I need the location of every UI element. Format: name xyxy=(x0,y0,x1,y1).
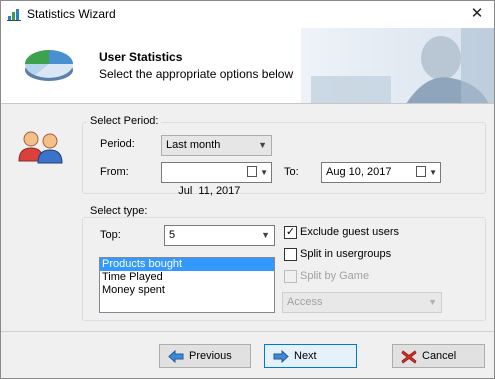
split-usergroups-label[interactable]: Split in usergroups xyxy=(300,248,391,260)
cancel-label: Cancel xyxy=(422,350,457,362)
list-item[interactable]: Time Played xyxy=(100,271,274,284)
statistics-wizard-window: Statistics Wizard ✕ User Statistics Sele… xyxy=(0,0,495,379)
chevron-down-icon: ▼ xyxy=(261,230,270,240)
users-icon xyxy=(18,131,63,164)
access-dropdown: Access ▼ xyxy=(282,292,442,313)
split-usergroups-checkbox[interactable] xyxy=(284,248,297,261)
split-by-game-checkbox xyxy=(284,270,297,283)
to-label: To: xyxy=(284,166,299,178)
next-label: Next xyxy=(294,350,317,362)
from-label: From: xyxy=(100,166,129,178)
header-title: User Statistics xyxy=(99,50,183,64)
footer-divider xyxy=(1,331,494,332)
title-bar[interactable]: Statistics Wizard ✕ xyxy=(1,1,494,28)
select-period-group xyxy=(82,122,486,194)
red-x-icon xyxy=(401,350,417,364)
chevron-down-icon[interactable]: ▼ xyxy=(260,163,268,182)
previous-label: Previous xyxy=(189,350,232,362)
stat-type-list[interactable]: Products bought Time Played Money spent xyxy=(99,257,275,313)
exclude-guests-label[interactable]: Exclude guest users xyxy=(300,226,399,238)
chevron-down-icon: ▼ xyxy=(428,297,437,307)
to-date-value: Aug 10, 2017 xyxy=(326,166,392,178)
access-value: Access xyxy=(287,296,323,308)
pie-chart-icon xyxy=(25,50,73,81)
arrow-left-icon xyxy=(168,350,184,363)
exclude-guests-checkbox[interactable]: ✓ xyxy=(284,226,297,239)
cancel-button[interactable]: Cancel xyxy=(392,344,485,368)
chevron-down-icon: ▼ xyxy=(258,140,267,150)
calendar-icon[interactable] xyxy=(416,166,426,177)
period-dropdown[interactable]: Last month ▼ xyxy=(161,135,272,156)
period-value: Last month xyxy=(166,139,221,151)
header-subtitle: Select the appropriate options below xyxy=(99,67,294,81)
close-button[interactable]: ✕ xyxy=(463,3,491,25)
select-type-label: Select type: xyxy=(87,205,151,217)
list-item[interactable]: Money spent xyxy=(100,284,274,297)
split-by-game-label: Split by Game xyxy=(300,270,370,282)
previous-button[interactable]: Previous xyxy=(159,344,251,368)
arrow-right-icon xyxy=(273,350,289,363)
top-value: 5 xyxy=(169,229,176,241)
period-label: Period: xyxy=(100,138,135,150)
top-label: Top: xyxy=(100,229,121,241)
chart-icon xyxy=(7,9,21,21)
from-date-picker[interactable]: Jul 11, 2017 ▼ xyxy=(161,162,272,197)
top-dropdown[interactable]: 5 ▼ xyxy=(164,225,275,246)
header-banner-image xyxy=(301,28,494,103)
select-period-label: Select Period: xyxy=(87,115,162,127)
window-title: Statistics Wizard xyxy=(27,7,116,21)
calendar-icon[interactable] xyxy=(247,166,257,177)
list-item[interactable]: Products bought xyxy=(100,258,274,271)
next-button[interactable]: Next xyxy=(264,344,357,368)
from-date-value: Jul 11, 2017 xyxy=(178,185,241,197)
to-date-picker[interactable]: Aug 10, 2017 ▼ xyxy=(321,162,441,183)
wizard-header: User Statistics Select the appropriate o… xyxy=(1,28,494,104)
chevron-down-icon[interactable]: ▼ xyxy=(429,163,437,182)
